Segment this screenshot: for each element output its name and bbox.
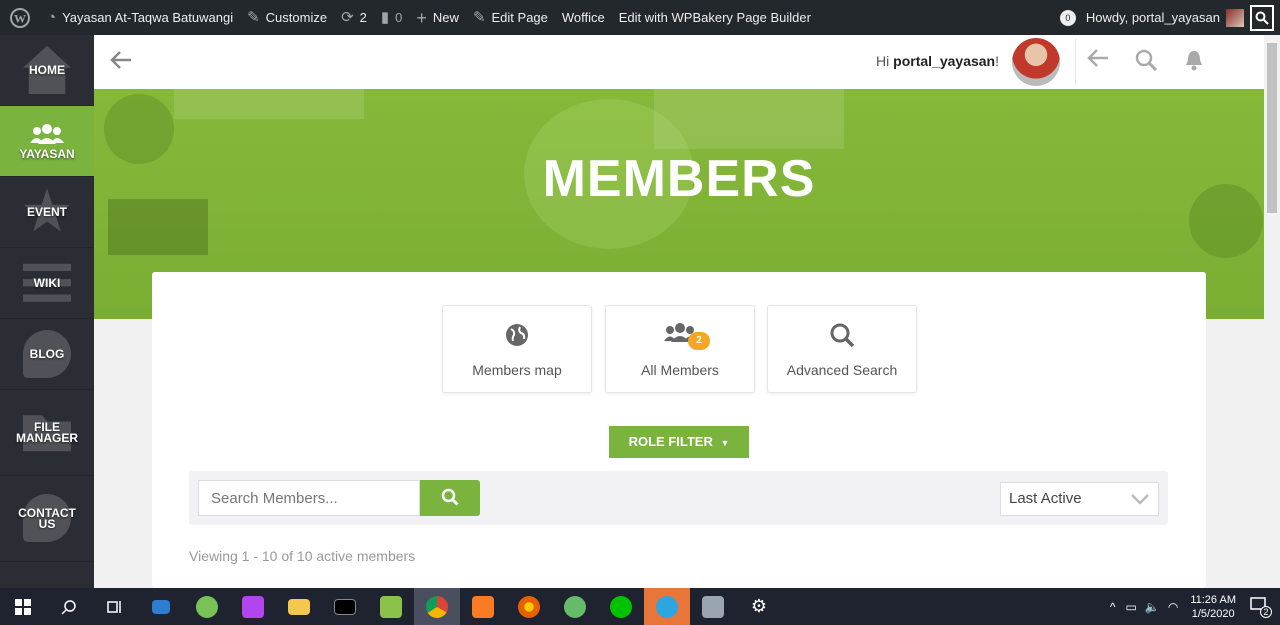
header-divider — [1075, 39, 1076, 85]
sidebar-item-event[interactable]: EVENT — [0, 177, 94, 248]
comments-link[interactable]: ▮ 0 — [374, 0, 410, 35]
member-count-badge: 2 — [688, 332, 710, 350]
taskbar-app-window[interactable] — [138, 588, 184, 625]
notification-count-badge: 2 — [1260, 606, 1272, 618]
notification-center-icon[interactable]: 2 — [1250, 597, 1272, 618]
tab-advanced-search[interactable]: Advanced Search — [767, 305, 917, 393]
pencil-icon: ✎ — [472, 9, 486, 26]
main-sidebar: HOME YAYASAN EVENT WIKI BLOG FILE MANAGE… — [0, 35, 94, 588]
taskbar-app-firefox[interactable] — [506, 588, 552, 625]
admin-search-icon[interactable] — [1250, 4, 1274, 31]
chevron-down-icon — [1130, 483, 1150, 526]
wifi-icon[interactable]: ◠ — [1168, 600, 1178, 614]
comment-icon: ▮ — [380, 9, 390, 26]
taskbar-app-telegram[interactable] — [644, 588, 690, 625]
taskbar-app-network[interactable] — [690, 588, 736, 625]
hero-decor — [174, 89, 364, 119]
windows-logo-icon — [15, 598, 31, 615]
search-icon — [768, 322, 916, 350]
battery-icon[interactable]: ▭ — [1126, 600, 1137, 614]
users-icon: 2 — [606, 322, 754, 350]
back-arrow-icon[interactable] — [1087, 49, 1109, 73]
taskbar-app-line[interactable] — [598, 588, 644, 625]
wp-admin-bar: W ◔ Yayasan At-Taqwa Batuwangi ✎ Customi… — [0, 0, 1280, 35]
windows-taskbar: ⚙ ^ ▭ 🔈 ◠ 11:26 AM 1/5/2020 2 — [0, 588, 1280, 625]
taskbar-app-chrome[interactable] — [414, 588, 460, 625]
search-icon[interactable] — [1135, 49, 1158, 77]
new-content-link[interactable]: + New — [409, 0, 466, 35]
taskbar-app-explorer[interactable] — [276, 588, 322, 625]
scrollbar-thumb[interactable] — [1267, 43, 1277, 213]
taskbar-app-xampp[interactable] — [460, 588, 506, 625]
start-button[interactable] — [0, 588, 46, 625]
role-filter-button[interactable]: ROLE FILTER ▼ — [609, 426, 749, 458]
wordpress-logo-icon[interactable]: W — [0, 0, 40, 35]
taskbar-app-atom[interactable] — [552, 588, 598, 625]
user-avatar[interactable] — [1012, 38, 1060, 86]
system-clock[interactable]: 11:26 AM 1/5/2020 — [1190, 593, 1236, 621]
search-members-input[interactable] — [198, 480, 420, 516]
dashboard-icon: ◔ — [47, 9, 57, 26]
admin-avatar[interactable] — [1226, 8, 1244, 27]
plus-icon: + — [416, 7, 427, 28]
top-header: Hi portal_yayasan! — [94, 35, 1264, 89]
svg-text:W: W — [14, 11, 26, 25]
sidebar-item-home[interactable]: HOME — [0, 35, 94, 106]
sidebar-item-blog[interactable]: BLOG — [0, 319, 94, 390]
page-title: MEMBERS — [542, 150, 816, 208]
back-arrow-icon[interactable] — [110, 49, 132, 75]
members-card: Members map 2 All Members Advanced Searc… — [152, 272, 1206, 588]
caret-down-icon: ▼ — [720, 438, 730, 448]
customize-link[interactable]: ✎ Customize — [240, 0, 334, 35]
members-search-bar: Last Active — [189, 471, 1168, 525]
sort-order-select[interactable]: Last Active — [1000, 482, 1159, 516]
brush-icon: ✎ — [247, 9, 260, 26]
settings-gear-icon[interactable]: ⚙ — [736, 588, 782, 625]
howdy-account-link[interactable]: Howdy, portal_yayasan — [1086, 10, 1220, 25]
bell-icon[interactable] — [1184, 49, 1204, 77]
woffice-link[interactable]: Woffice — [555, 0, 612, 35]
updates-link[interactable]: ⟳ 2 — [334, 0, 374, 35]
edit-page-link[interactable]: ✎ Edit Page — [466, 0, 555, 35]
username-link[interactable]: portal_yayasan — [893, 53, 995, 69]
tab-members-map[interactable]: Members map — [442, 305, 592, 393]
volume-icon[interactable]: 🔈 — [1145, 600, 1160, 614]
users-icon — [30, 123, 64, 144]
sidebar-item-yayasan[interactable]: YAYASAN — [0, 106, 94, 177]
sidebar-item-contact-us[interactable]: CONTACT US — [0, 476, 94, 562]
site-name-link[interactable]: ◔ Yayasan At-Taqwa Batuwangi — [40, 0, 240, 35]
refresh-icon: ⟳ — [341, 9, 354, 26]
wpbakery-link[interactable]: Edit with WPBakery Page Builder — [612, 0, 818, 35]
chevron-up-icon[interactable]: ^ — [1110, 600, 1116, 614]
page-scrollbar[interactable] — [1264, 35, 1280, 588]
taskbar-app-terminal[interactable] — [322, 588, 368, 625]
globe-icon — [443, 322, 591, 350]
task-view-icon[interactable] — [92, 588, 138, 625]
taskbar-app-notepad[interactable] — [368, 588, 414, 625]
notification-count-badge[interactable]: 0 — [1059, 9, 1076, 26]
taskbar-app-phpstorm[interactable] — [230, 588, 276, 625]
sidebar-item-wiki[interactable]: WIKI — [0, 248, 94, 319]
system-tray: ^ ▭ 🔈 ◠ 11:26 AM 1/5/2020 2 — [1110, 588, 1280, 625]
search-icon[interactable] — [46, 588, 92, 625]
tab-all-members[interactable]: 2 All Members — [605, 305, 755, 393]
taskbar-app-android[interactable] — [184, 588, 230, 625]
results-count-text: Viewing 1 - 10 of 10 active members — [189, 548, 416, 564]
search-submit-button[interactable] — [420, 480, 480, 516]
sidebar-item-file-manager[interactable]: FILE MANAGER — [0, 390, 94, 476]
user-greeting: Hi portal_yayasan! — [876, 53, 999, 69]
search-icon — [441, 488, 459, 506]
